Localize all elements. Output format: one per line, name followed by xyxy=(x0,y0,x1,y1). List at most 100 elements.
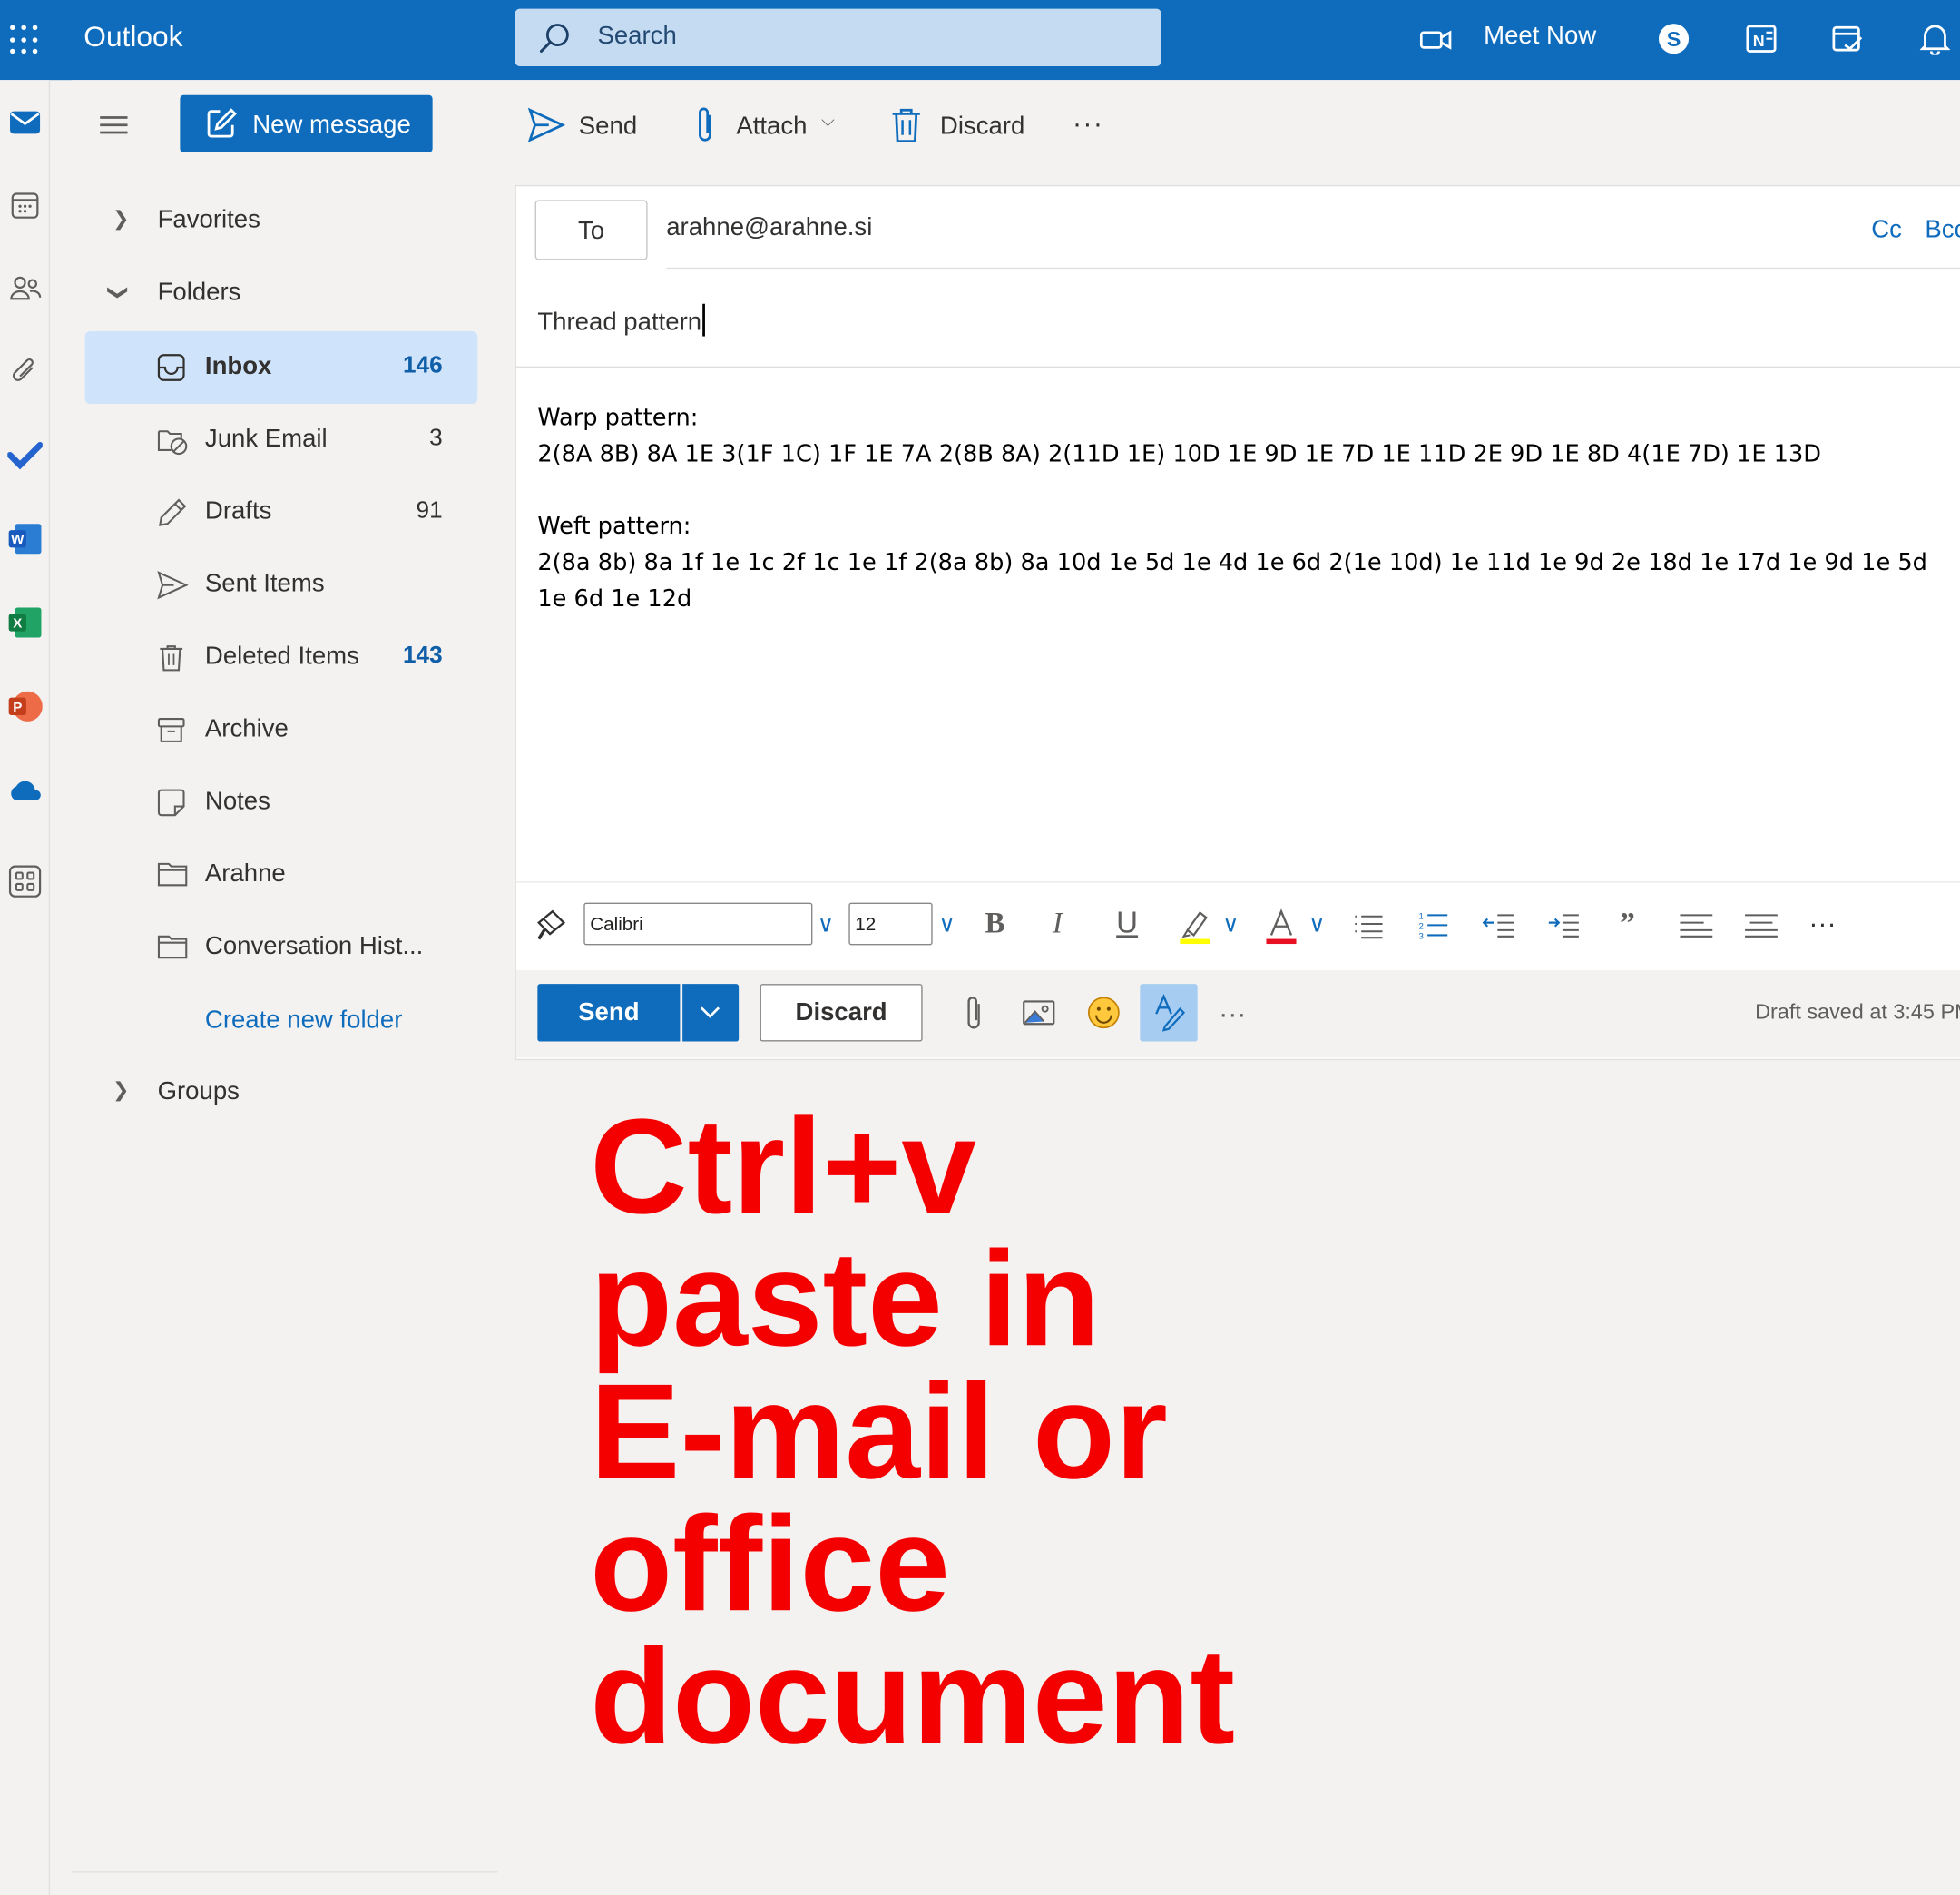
command-send-button[interactable]: Send xyxy=(579,113,637,142)
discard-trash-icon[interactable] xyxy=(890,106,923,143)
notifications-bell-icon[interactable] xyxy=(1919,23,1950,55)
message-body-editor[interactable]: Warp pattern: 2(8A 8B) 8A 1E 3(1F 1C) 1F… xyxy=(537,400,1956,618)
attach-file-icon[interactable] xyxy=(963,994,985,1031)
command-discard-button[interactable]: Discard xyxy=(940,113,1024,142)
folder-label: Drafts xyxy=(204,497,272,525)
chevron-right-icon[interactable]: ❯ xyxy=(113,1077,129,1103)
junk-folder-icon xyxy=(157,430,188,456)
discard-button[interactable]: Discard xyxy=(760,984,923,1042)
chevron-down-icon xyxy=(700,1006,720,1018)
my-day-icon[interactable] xyxy=(1831,23,1864,55)
video-camera-icon[interactable] xyxy=(1419,27,1453,53)
font-dropdown-chevron-icon[interactable]: ∨ xyxy=(818,905,834,942)
folder-junk-email[interactable]: Junk Email 3 xyxy=(85,404,478,476)
search-box[interactable]: Search xyxy=(514,8,1161,67)
create-new-folder-link[interactable]: Create new folder xyxy=(205,1006,402,1036)
draft-saved-status: Draft saved at 3:45 PM xyxy=(1755,1000,1960,1025)
navigation-toggle-icon[interactable] xyxy=(100,116,128,139)
folder-label: Deleted Items xyxy=(204,643,359,671)
send-button[interactable]: Send xyxy=(537,984,681,1042)
bullet-list-icon[interactable] xyxy=(1353,913,1386,940)
highlight-chevron-icon[interactable]: ∨ xyxy=(1222,905,1239,942)
new-message-button[interactable]: New message xyxy=(180,94,433,153)
more-options-icon[interactable]: ··· xyxy=(1073,107,1103,140)
app-title[interactable]: Outlook xyxy=(83,20,182,54)
inbox-icon xyxy=(157,354,185,381)
svg-text:X: X xyxy=(13,616,22,632)
font-family-select[interactable]: Calibri xyxy=(583,902,813,946)
groups-header[interactable]: Groups xyxy=(158,1077,240,1106)
more-formatting-icon[interactable]: ··· xyxy=(1808,905,1836,942)
outlook-window: Outlook Search Meet Now S N W X P New me… xyxy=(0,0,1960,1895)
attachments-paperclip-icon[interactable] xyxy=(6,352,44,389)
more-send-options-icon[interactable]: ··· xyxy=(1219,996,1246,1033)
format-painter-icon[interactable] xyxy=(535,908,568,943)
to-button[interactable]: To xyxy=(534,200,648,260)
bcc-button[interactable]: Bcc xyxy=(1925,216,1960,245)
unread-count: 143 xyxy=(402,643,443,669)
folder-inbox[interactable]: Inbox 146 xyxy=(84,331,478,404)
folder-drafts[interactable]: Drafts 91 xyxy=(85,476,478,549)
warp-label: Warp pattern: xyxy=(537,405,699,432)
compose-icon xyxy=(207,108,237,138)
send-icon[interactable] xyxy=(527,107,565,142)
excel-icon[interactable]: X xyxy=(6,604,44,641)
command-attach-button[interactable]: Attach xyxy=(736,113,807,142)
font-color-chevron-icon[interactable]: ∨ xyxy=(1308,905,1325,942)
attach-paperclip-icon[interactable] xyxy=(692,105,718,145)
chevron-right-icon[interactable]: ❯ xyxy=(113,206,129,231)
folders-header[interactable]: Folders xyxy=(158,279,241,308)
insert-picture-icon[interactable] xyxy=(1021,997,1056,1027)
emoji-smiley-icon[interactable] xyxy=(1086,996,1122,1031)
folder-deleted-items[interactable]: Deleted Items 143 xyxy=(85,622,478,694)
warp-value: 2(8A 8B) 8A 1E 3(1F 1C) 1F 1E 7A 2(8B 8A… xyxy=(537,441,1822,468)
underline-button[interactable]: U xyxy=(1116,905,1138,942)
word-icon[interactable]: W xyxy=(6,520,44,557)
align-center-icon[interactable] xyxy=(1744,913,1779,938)
folder-conversation-history[interactable]: Conversation Hist... xyxy=(85,911,478,984)
meet-now-button[interactable]: Meet Now xyxy=(1484,23,1596,52)
mail-icon[interactable] xyxy=(6,103,44,141)
people-icon[interactable] xyxy=(6,270,44,308)
todo-check-icon[interactable] xyxy=(6,437,44,474)
more-apps-icon[interactable] xyxy=(6,863,44,900)
editor-proofing-button[interactable] xyxy=(1140,984,1198,1042)
svg-text:N: N xyxy=(1753,32,1765,50)
folder-arahne[interactable]: Arahne xyxy=(85,839,478,911)
chevron-down-icon[interactable]: ❯ xyxy=(106,284,132,300)
subject-field[interactable]: Thread pattern xyxy=(537,303,705,338)
pane-divider xyxy=(71,1871,498,1873)
bold-button[interactable]: B xyxy=(985,905,1005,942)
increase-indent-icon[interactable] xyxy=(1547,913,1580,938)
folder-notes[interactable]: Notes xyxy=(85,766,478,839)
folder-label: Arahne xyxy=(204,859,286,889)
onenote-feed-icon[interactable]: N xyxy=(1745,23,1778,55)
italic-button[interactable]: I xyxy=(1053,905,1063,942)
calendar-icon[interactable] xyxy=(6,186,44,223)
size-dropdown-chevron-icon[interactable]: ∨ xyxy=(939,905,956,942)
highlight-marker-icon[interactable] xyxy=(1178,908,1213,945)
favorites-header[interactable]: Favorites xyxy=(158,206,260,235)
send-options-button[interactable] xyxy=(682,984,740,1042)
quote-button[interactable]: ” xyxy=(1620,905,1635,942)
svg-text:3: 3 xyxy=(1419,932,1424,940)
folder-archive[interactable]: Archive xyxy=(85,694,478,767)
app-rail: W X P xyxy=(0,80,51,1895)
annotation-overlay-text: Ctrl+v paste in E-mail or office documen… xyxy=(590,1090,1236,1772)
numbered-list-icon[interactable]: 123 xyxy=(1417,910,1450,940)
decrease-indent-icon[interactable] xyxy=(1482,913,1515,938)
font-color-icon[interactable] xyxy=(1265,908,1298,945)
attach-chevron-down-icon[interactable]: ⌵ xyxy=(821,110,835,131)
skype-icon[interactable]: S xyxy=(1658,23,1690,55)
powerpoint-icon[interactable]: P xyxy=(6,688,44,725)
onedrive-cloud-icon[interactable] xyxy=(6,771,44,809)
sent-icon xyxy=(157,571,189,600)
align-left-icon[interactable] xyxy=(1679,913,1714,938)
folder-label: Sent Items xyxy=(204,570,325,598)
cc-button[interactable]: Cc xyxy=(1871,216,1902,245)
app-launcher-icon[interactable] xyxy=(7,23,43,58)
font-size-select[interactable]: 12 xyxy=(848,902,933,946)
folder-sent-items[interactable]: Sent Items xyxy=(85,549,478,622)
to-recipient-field[interactable]: arahne@arahne.si xyxy=(666,214,872,243)
